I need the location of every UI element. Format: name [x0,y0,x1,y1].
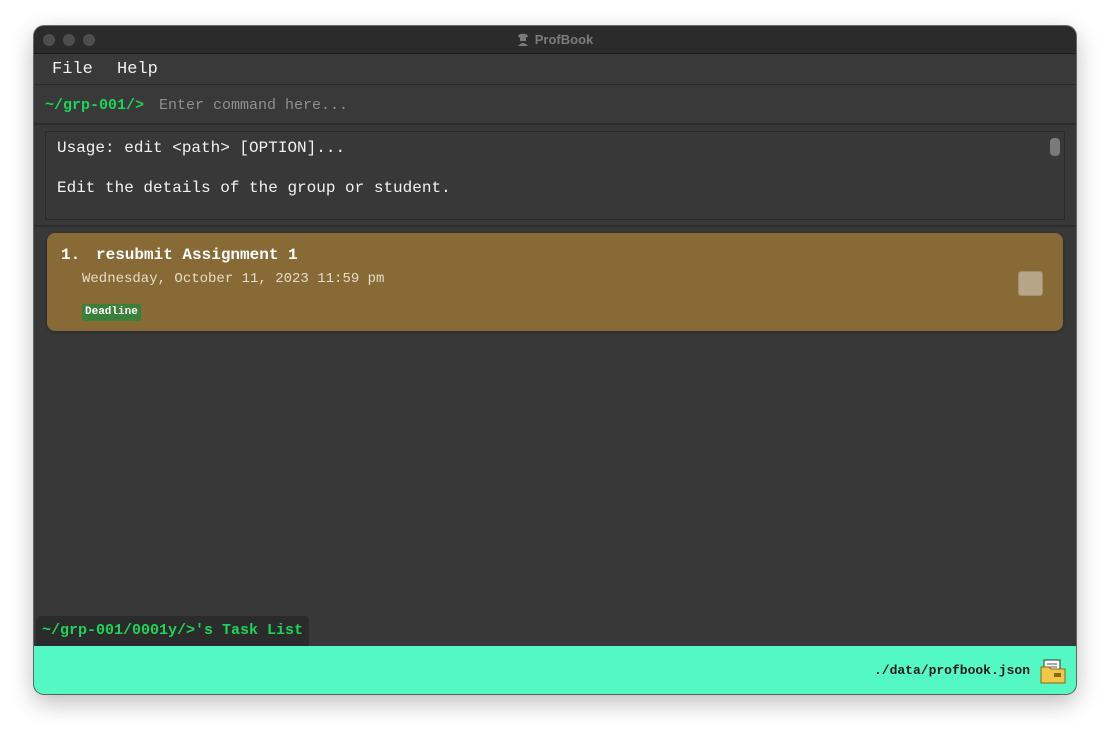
task-done-checkbox[interactable] [1018,271,1043,296]
folder-icon [1040,659,1066,684]
window-title: ProfBook [34,32,1076,47]
status-bar: ./data/profbook.json [34,646,1076,694]
task-title: resubmit Assignment 1 [96,246,298,264]
command-input[interactable] [159,93,1039,117]
profbook-logo-icon [517,33,528,46]
task-list-label: ~/grp-001/0001y/>'s Task List [36,616,310,646]
command-bar: ~/grp-001/> [34,86,1076,125]
menu-help[interactable]: Help [117,60,158,79]
task-card[interactable]: 1. resubmit Assignment 1 Wednesday, Octo… [47,233,1063,331]
title-bar: ProfBook [34,26,1076,54]
window-title-text: ProfBook [534,32,594,47]
task-datetime: Wednesday, October 11, 2023 11:59 pm [82,271,385,287]
panel-divider [34,225,1076,227]
result-description-line: Edit the details of the group or student… [57,179,451,197]
save-file-path: ./data/profbook.json [873,663,1030,678]
result-scrollbar[interactable] [1050,138,1060,156]
result-usage-line: Usage: edit <path> [OPTION]... [57,139,346,157]
menu-file[interactable]: File [52,60,93,79]
result-display: Usage: edit <path> [OPTION]... Edit the … [45,131,1065,220]
task-tag: Deadline [82,304,141,321]
menu-bar: File Help [34,55,1076,85]
app-window: ProfBook File Help ~/grp-001/> Usage: ed… [34,26,1076,694]
command-prompt: ~/grp-001/> [45,97,145,114]
task-index: 1. [61,246,81,264]
